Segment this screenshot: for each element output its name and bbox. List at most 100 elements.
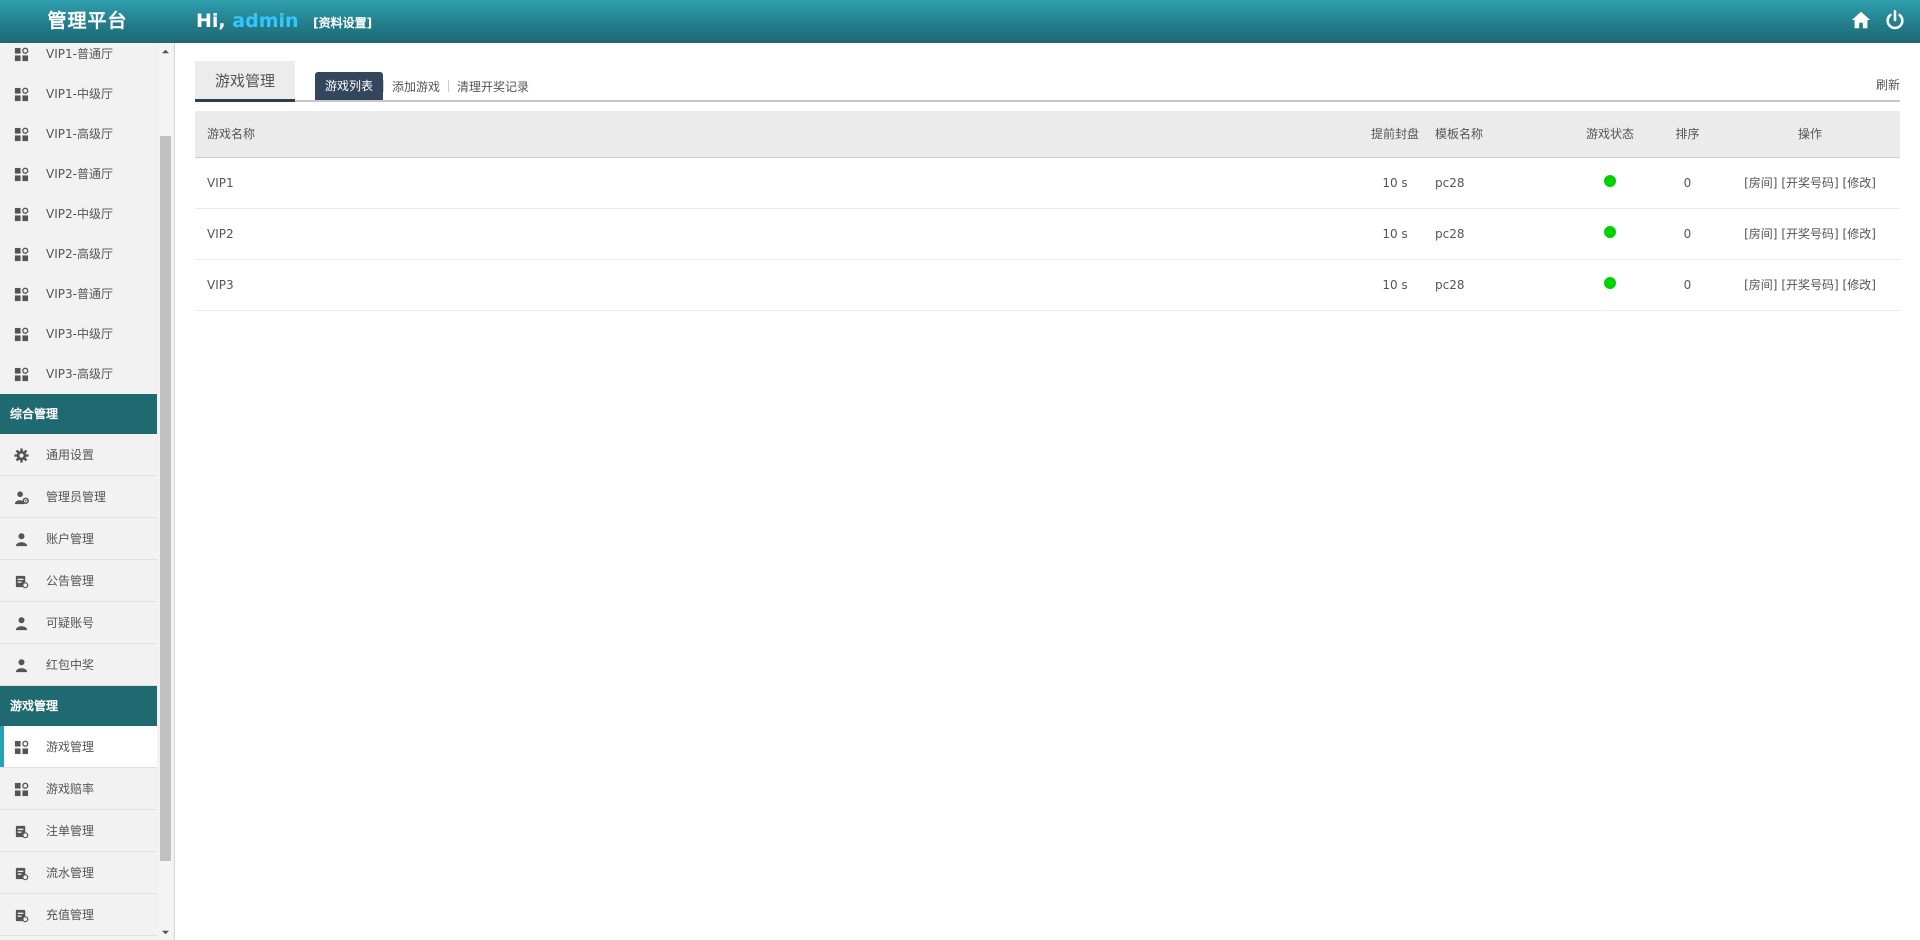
action-draw-numbers-link[interactable]: [开奖号码]	[1781, 227, 1838, 241]
table-row: VIP1 10 s pc28 0 [房间] [开奖号码] [修改]	[195, 157, 1900, 209]
refresh-button[interactable]: 刷新	[1876, 76, 1900, 93]
cell-status	[1565, 157, 1655, 209]
document-icon	[14, 866, 29, 881]
home-icon[interactable]	[1850, 9, 1872, 31]
sidebar-item-general-settings[interactable]: 通用设置	[0, 434, 157, 476]
tab-bar: 游戏管理 游戏列表 添加游戏 清理开奖记录 刷新	[195, 43, 1900, 102]
sidebar-section-game[interactable]: 游戏管理	[0, 686, 157, 726]
sidebar-item-announcements[interactable]: 公告管理	[0, 560, 157, 602]
cell-game-name: VIP3	[195, 259, 1355, 311]
cell-status	[1565, 208, 1655, 260]
sidebar-menu: VIP1-普通厅 VIP1-中级厅 VIP1-高级厅 VIP2-普通厅 VIP2…	[0, 43, 157, 936]
apps-icon	[14, 367, 29, 382]
scroll-up-arrow-icon[interactable]	[161, 47, 170, 56]
cell-actions: [房间] [开奖号码] [修改]	[1720, 208, 1900, 260]
cell-template: pc28	[1435, 157, 1565, 209]
col-status: 游戏状态	[1565, 111, 1655, 158]
user-icon	[14, 532, 29, 547]
cell-actions: [房间] [开奖号码] [修改]	[1720, 157, 1900, 209]
sidebar-item-red-packet[interactable]: 红包中奖	[0, 644, 157, 686]
sub-tabs: 游戏列表 添加游戏 清理开奖记录	[315, 72, 537, 100]
cell-sort: 0	[1655, 157, 1720, 209]
user-icon	[14, 616, 29, 631]
tab-game-list[interactable]: 游戏列表	[315, 72, 384, 100]
document-icon	[14, 908, 29, 923]
cell-template: pc28	[1435, 208, 1565, 260]
action-room-link[interactable]: [房间]	[1744, 227, 1777, 241]
sidebar-item-game-odds[interactable]: 游戏赔率	[0, 768, 157, 810]
profile-settings-link[interactable]: [资料设置]	[313, 16, 372, 30]
top-bar: 管理平台 Hi, admin [资料设置]	[0, 0, 1920, 43]
greeting-text: Hi,	[196, 10, 226, 32]
action-edit-link[interactable]: [修改]	[1843, 278, 1876, 292]
top-icons	[1850, 9, 1906, 31]
sidebar-item-vip1-mid[interactable]: VIP1-中级厅	[0, 74, 157, 114]
user-gear-icon	[14, 490, 29, 505]
cell-actions: [房间] [开奖号码] [修改]	[1720, 259, 1900, 311]
cell-close-ahead: 10 s	[1355, 208, 1435, 260]
action-edit-link[interactable]: [修改]	[1843, 176, 1876, 190]
cell-sort: 0	[1655, 259, 1720, 311]
sidebar-section-general[interactable]: 综合管理	[0, 394, 157, 434]
sidebar-item-vip3-normal[interactable]: VIP3-普通厅	[0, 274, 157, 314]
cell-sort: 0	[1655, 208, 1720, 260]
tab-add-game[interactable]: 添加游戏	[384, 78, 448, 95]
sidebar-item-vip3-high[interactable]: VIP3-高级厅	[0, 354, 157, 394]
sidebar-item-vip2-high[interactable]: VIP2-高级厅	[0, 234, 157, 274]
apps-icon	[14, 247, 29, 262]
apps-icon	[14, 127, 29, 142]
action-draw-numbers-link[interactable]: [开奖号码]	[1781, 176, 1838, 190]
cell-game-name: VIP2	[195, 208, 1355, 260]
page-title: 游戏管理	[195, 61, 295, 102]
cell-close-ahead: 10 s	[1355, 157, 1435, 209]
sidebar-item-flow-management[interactable]: 流水管理	[0, 852, 157, 894]
game-table: 游戏名称 提前封盘 模板名称 游戏状态 排序 操作 VIP1 10 s pc28…	[195, 111, 1900, 311]
col-game-name: 游戏名称	[195, 111, 1355, 158]
status-enabled-dot[interactable]	[1604, 226, 1616, 238]
main-content: 游戏管理 游戏列表 添加游戏 清理开奖记录 刷新 游戏名称 提前封盘 模板名称 …	[195, 43, 1900, 311]
cell-close-ahead: 10 s	[1355, 259, 1435, 311]
sidebar-item-recharge-management[interactable]: 充值管理	[0, 894, 157, 936]
apps-icon	[14, 287, 29, 302]
action-room-link[interactable]: [房间]	[1744, 278, 1777, 292]
sidebar-item-suspicious-accounts[interactable]: 可疑账号	[0, 602, 157, 644]
table-row: VIP2 10 s pc28 0 [房间] [开奖号码] [修改]	[195, 208, 1900, 260]
apps-icon	[14, 327, 29, 342]
status-enabled-dot[interactable]	[1604, 175, 1616, 187]
action-room-link[interactable]: [房间]	[1744, 176, 1777, 190]
action-edit-link[interactable]: [修改]	[1843, 227, 1876, 241]
greeting: Hi, admin [资料设置]	[196, 0, 372, 43]
apps-icon	[14, 167, 29, 182]
sidebar-item-account-management[interactable]: 账户管理	[0, 518, 157, 560]
cell-template: pc28	[1435, 259, 1565, 311]
sidebar: VIP1-普通厅 VIP1-中级厅 VIP1-高级厅 VIP2-普通厅 VIP2…	[0, 43, 175, 940]
cell-status	[1565, 259, 1655, 311]
apps-icon	[14, 207, 29, 222]
gear-icon	[14, 448, 29, 463]
sidebar-scrollbar-thumb[interactable]	[160, 136, 171, 861]
sidebar-item-vip1-high[interactable]: VIP1-高级厅	[0, 114, 157, 154]
sidebar-item-bet-management[interactable]: 注单管理	[0, 810, 157, 852]
sidebar-item-vip1-normal[interactable]: VIP1-普通厅	[0, 43, 157, 74]
apps-icon	[14, 740, 29, 755]
col-close-ahead: 提前封盘	[1355, 111, 1435, 158]
scroll-down-arrow-icon[interactable]	[161, 928, 170, 937]
col-template: 模板名称	[1435, 111, 1565, 158]
user-icon	[14, 658, 29, 673]
table-header-row: 游戏名称 提前封盘 模板名称 游戏状态 排序 操作	[195, 111, 1900, 158]
sidebar-item-vip2-normal[interactable]: VIP2-普通厅	[0, 154, 157, 194]
action-draw-numbers-link[interactable]: [开奖号码]	[1781, 278, 1838, 292]
sidebar-item-game-management[interactable]: 游戏管理	[0, 726, 157, 768]
sidebar-item-vip2-mid[interactable]: VIP2-中级厅	[0, 194, 157, 234]
status-enabled-dot[interactable]	[1604, 277, 1616, 289]
sidebar-item-vip3-mid[interactable]: VIP3-中级厅	[0, 314, 157, 354]
brand-title: 管理平台	[47, 10, 128, 32]
tab-clear-draw-records[interactable]: 清理开奖记录	[449, 78, 537, 95]
sidebar-item-admin-management[interactable]: 管理员管理	[0, 476, 157, 518]
apps-icon	[14, 47, 29, 62]
document-icon	[14, 574, 29, 589]
document-icon	[14, 824, 29, 839]
apps-icon	[14, 782, 29, 797]
table-row: VIP3 10 s pc28 0 [房间] [开奖号码] [修改]	[195, 259, 1900, 311]
power-icon[interactable]	[1884, 9, 1906, 31]
